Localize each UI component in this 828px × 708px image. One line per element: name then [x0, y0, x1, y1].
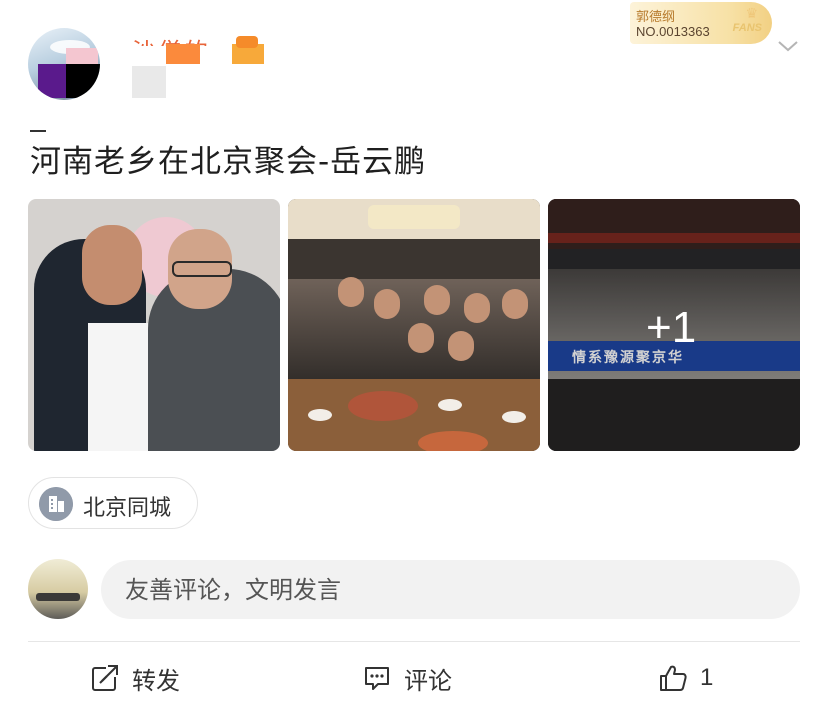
building-icon [39, 487, 73, 521]
image-detail [464, 293, 490, 323]
more-images-overlay[interactable]: +1 [548, 199, 800, 451]
post-image-1[interactable] [28, 199, 280, 451]
like-button[interactable]: 1 [658, 658, 713, 698]
repost-icon [92, 663, 120, 691]
location-tag[interactable]: 北京同城 [28, 477, 198, 529]
current-user-avatar[interactable] [28, 559, 88, 619]
crown-icon: ♛ [745, 6, 758, 22]
image-detail [338, 277, 364, 307]
repost-label: 转发 [132, 666, 180, 695]
image-detail [82, 225, 142, 305]
fans-badge-label: FANS [732, 22, 762, 34]
divider [28, 641, 800, 642]
weibo-post-card: 沙僧的 ♛ 郭德纲 NO.0013363 FANS 河南老乡在北京聚会-岳云鹏 [0, 0, 828, 708]
image-detail [502, 289, 528, 319]
author-name-block[interactable]: 沙僧的 [132, 30, 272, 100]
image-detail [502, 411, 526, 423]
image-detail [438, 399, 462, 411]
comment-icon [365, 667, 389, 690]
text-artifact [30, 130, 46, 132]
image-detail [172, 261, 232, 277]
author-avatar[interactable] [28, 28, 100, 100]
gift-icon [236, 36, 258, 48]
thumbs-up-icon [660, 665, 687, 691]
avatar-mosaic [38, 64, 66, 98]
comment-button[interactable]: 评论 [362, 658, 452, 698]
post-image-2[interactable] [288, 199, 540, 451]
post-text: 河南老乡在北京聚会-岳云鹏 [30, 144, 427, 180]
image-detail [418, 431, 488, 451]
username-mosaic [166, 44, 200, 64]
fans-badge-name: 郭德纲 [636, 10, 676, 25]
avatar-mosaic [66, 64, 100, 98]
avatar-image-detail [36, 593, 80, 601]
image-detail [424, 285, 450, 315]
image-detail [408, 323, 434, 353]
chevron-down-icon[interactable] [776, 34, 800, 58]
comment-input[interactable] [101, 560, 800, 619]
avatar-mosaic [66, 48, 98, 64]
image-detail [348, 391, 418, 421]
username-mosaic [132, 66, 166, 98]
image-detail [368, 205, 460, 229]
image-detail [308, 409, 332, 421]
repost-button[interactable]: 转发 [90, 658, 180, 698]
location-label: 北京同城 [83, 496, 172, 521]
image-detail [88, 323, 148, 451]
post-image-3[interactable]: 情系豫源聚京华 +1 [548, 199, 800, 451]
image-detail [448, 331, 474, 361]
comment-label: 评论 [404, 666, 452, 695]
fans-badge-number: NO.0013363 [636, 24, 710, 39]
fans-badge[interactable]: ♛ 郭德纲 NO.0013363 FANS [630, 2, 772, 44]
like-count: 1 [700, 664, 714, 691]
image-detail [374, 289, 400, 319]
more-images-count: +1 [646, 303, 697, 352]
